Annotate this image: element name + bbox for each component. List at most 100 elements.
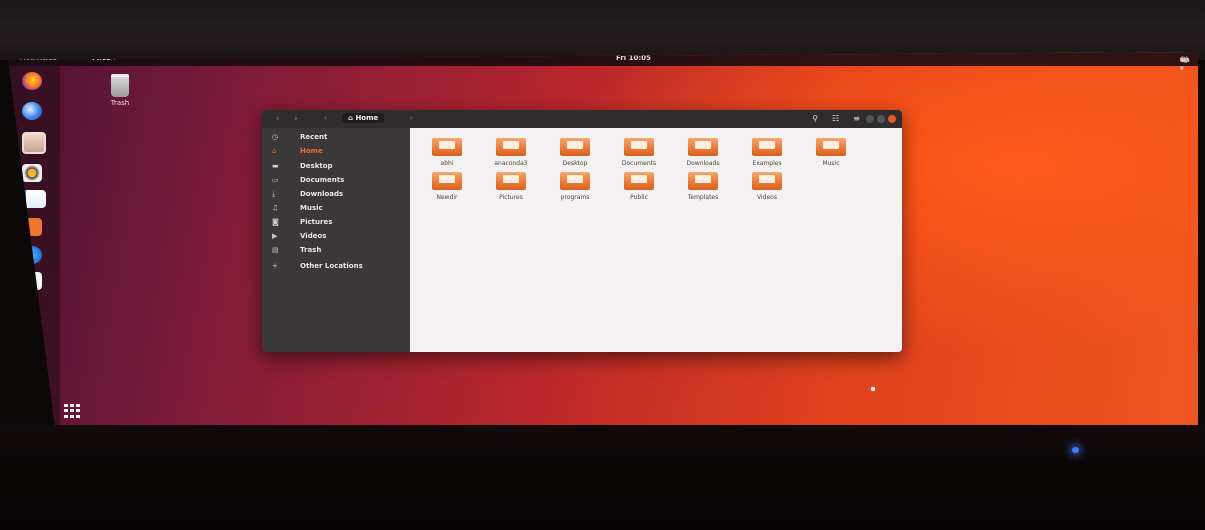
sidebar-item-label: Documents bbox=[300, 176, 345, 184]
folder-icon bbox=[560, 138, 590, 156]
documents-icon: ▭ bbox=[272, 176, 279, 184]
folder-item[interactable]: Music bbox=[800, 138, 862, 167]
trash-icon: ▤ bbox=[272, 246, 279, 254]
files-icon[interactable] bbox=[22, 132, 46, 154]
sidebar-item-label: Pictures bbox=[300, 218, 333, 226]
sidebar-item-music[interactable]: ♫ Music bbox=[262, 203, 410, 215]
folder-item[interactable]: Documents bbox=[608, 138, 670, 167]
power-led bbox=[1072, 447, 1079, 453]
menu-icon[interactable]: ≡ bbox=[853, 114, 860, 123]
toolbar-icons: ⚲ ☷ ≡ bbox=[812, 114, 860, 123]
writer-icon[interactable] bbox=[22, 190, 46, 208]
sidebar-item-label: Downloads bbox=[300, 190, 344, 198]
dock: a bbox=[8, 66, 60, 432]
forward-button[interactable]: › bbox=[294, 114, 298, 124]
sidebar-item-desktop[interactable]: ▬ Desktop bbox=[262, 161, 410, 173]
help-icon[interactable] bbox=[22, 246, 42, 264]
folder-label: Newdir bbox=[436, 194, 458, 201]
music-icon: ♫ bbox=[272, 204, 279, 212]
folder-icon bbox=[432, 138, 462, 156]
folder-label: Templates bbox=[687, 194, 719, 201]
desktop-trash-label: Trash bbox=[110, 99, 130, 107]
desktop-trash[interactable]: Trash bbox=[100, 74, 140, 107]
folder-icon bbox=[688, 138, 718, 156]
amazon-icon[interactable]: a bbox=[22, 272, 42, 290]
sidebar-item-downloads[interactable]: ⤓ Downloads bbox=[262, 189, 410, 201]
search-icon[interactable]: ⚲ bbox=[812, 114, 818, 123]
folder-label: programs bbox=[560, 194, 590, 201]
folder-icon bbox=[496, 138, 526, 156]
minimize-button[interactable] bbox=[866, 115, 874, 123]
folder-item[interactable]: Examples bbox=[736, 138, 798, 167]
folder-label: Documents bbox=[621, 160, 657, 167]
desktop-screen: Activities Files ▾ Fri 10:05 en ▾ ⊿ ◀) ⏻… bbox=[8, 52, 1198, 432]
folder-label: Examples bbox=[752, 160, 782, 167]
folder-icon bbox=[688, 172, 718, 190]
firefox-icon[interactable] bbox=[22, 72, 42, 90]
folder-icon bbox=[752, 138, 782, 156]
folder-icon bbox=[432, 172, 462, 190]
folder-label: abhi bbox=[440, 160, 454, 167]
amazon-glyph: a bbox=[28, 274, 36, 288]
folder-icon bbox=[624, 138, 654, 156]
folder-item[interactable]: Templates bbox=[672, 172, 734, 201]
sidebar-item-label: Recent bbox=[300, 133, 328, 141]
other-locations-icon: + bbox=[272, 262, 278, 270]
folder-item[interactable]: Videos bbox=[736, 172, 798, 201]
view-list-icon[interactable]: ☷ bbox=[832, 114, 839, 123]
path-right-arrow-icon[interactable]: › bbox=[410, 114, 413, 122]
desktop-icon: ▬ bbox=[272, 162, 279, 170]
sidebar-item-home[interactable]: ⌂ Home bbox=[262, 146, 410, 158]
folder-item[interactable]: Downloads bbox=[672, 138, 734, 167]
mouse-pointer bbox=[871, 387, 875, 391]
folder-icon bbox=[560, 172, 590, 190]
sidebar-item-trash[interactable]: ▤ Trash bbox=[262, 245, 410, 257]
folder-label: Desktop bbox=[562, 160, 588, 167]
places-sidebar: ◷ Recent ⌂ Home ▬ Desktop ▭ Documents ⤓ Downloads… bbox=[262, 128, 410, 352]
folder-label: Downloads bbox=[686, 160, 720, 167]
trash-icon bbox=[111, 74, 129, 97]
pictures-icon: ◙ bbox=[272, 218, 279, 226]
recent-icon: ◷ bbox=[272, 133, 279, 141]
folder-label: Public bbox=[630, 194, 648, 201]
sidebar-item-label: Music bbox=[300, 204, 323, 212]
folder-item[interactable]: Public bbox=[608, 172, 670, 201]
folder-item[interactable]: abhi bbox=[416, 138, 478, 167]
sidebar-item-label: Home bbox=[300, 147, 323, 155]
folder-label: Videos bbox=[757, 194, 777, 201]
folder-icon bbox=[816, 138, 846, 156]
power-menu-icon[interactable]: ⏻ ▾ bbox=[1180, 56, 1186, 73]
folder-icon bbox=[624, 172, 654, 190]
thunderbird-icon[interactable] bbox=[22, 102, 42, 120]
software-icon[interactable] bbox=[22, 218, 42, 236]
sidebar-item-pictures[interactable]: ◙ Pictures bbox=[262, 217, 410, 229]
window-headerbar: ‹ › ‹ ⌂ Home › ⚲ ☷ ≡ bbox=[262, 110, 902, 128]
close-button[interactable] bbox=[888, 115, 896, 123]
home-icon: ⌂ bbox=[272, 147, 277, 155]
back-button[interactable]: ‹ bbox=[276, 114, 280, 124]
folder-icon bbox=[496, 172, 526, 190]
folder-label: Pictures bbox=[499, 194, 523, 201]
maximize-button[interactable] bbox=[877, 115, 885, 123]
show-applications-button[interactable] bbox=[64, 404, 82, 418]
sidebar-item-label: Trash bbox=[300, 246, 322, 254]
monitor-bezel-top bbox=[0, 0, 1205, 60]
folder-item[interactable]: Pictures bbox=[480, 172, 542, 201]
folder-view: abhi anaconda3 Desktop Documents Downloads Ex… bbox=[410, 128, 902, 352]
sidebar-item-other-locations[interactable]: + Other Locations bbox=[262, 261, 410, 273]
folder-item[interactable]: Newdir bbox=[416, 172, 478, 201]
monitor-bezel-bottom bbox=[0, 425, 1205, 530]
path-left-arrow-icon[interactable]: ‹ bbox=[324, 114, 327, 122]
files-window: ‹ › ‹ ⌂ Home › ⚲ ☷ ≡ ◷ Recent ⌂ Home ▬ Deskto… bbox=[262, 110, 902, 352]
folder-icon bbox=[752, 172, 782, 190]
sidebar-item-videos[interactable]: ▶ Videos bbox=[262, 231, 410, 243]
videos-icon: ▶ bbox=[272, 232, 278, 240]
sidebar-item-recent[interactable]: ◷ Recent bbox=[262, 132, 410, 144]
path-bar-home[interactable]: ⌂ Home bbox=[342, 113, 385, 123]
sidebar-item-documents[interactable]: ▭ Documents bbox=[262, 175, 410, 187]
folder-item[interactable]: anaconda3 bbox=[480, 138, 542, 167]
folder-item[interactable]: programs bbox=[544, 172, 606, 201]
folder-item[interactable]: Desktop bbox=[544, 138, 606, 167]
sidebar-item-label: Videos bbox=[300, 232, 327, 240]
rhythmbox-icon[interactable] bbox=[22, 164, 42, 182]
